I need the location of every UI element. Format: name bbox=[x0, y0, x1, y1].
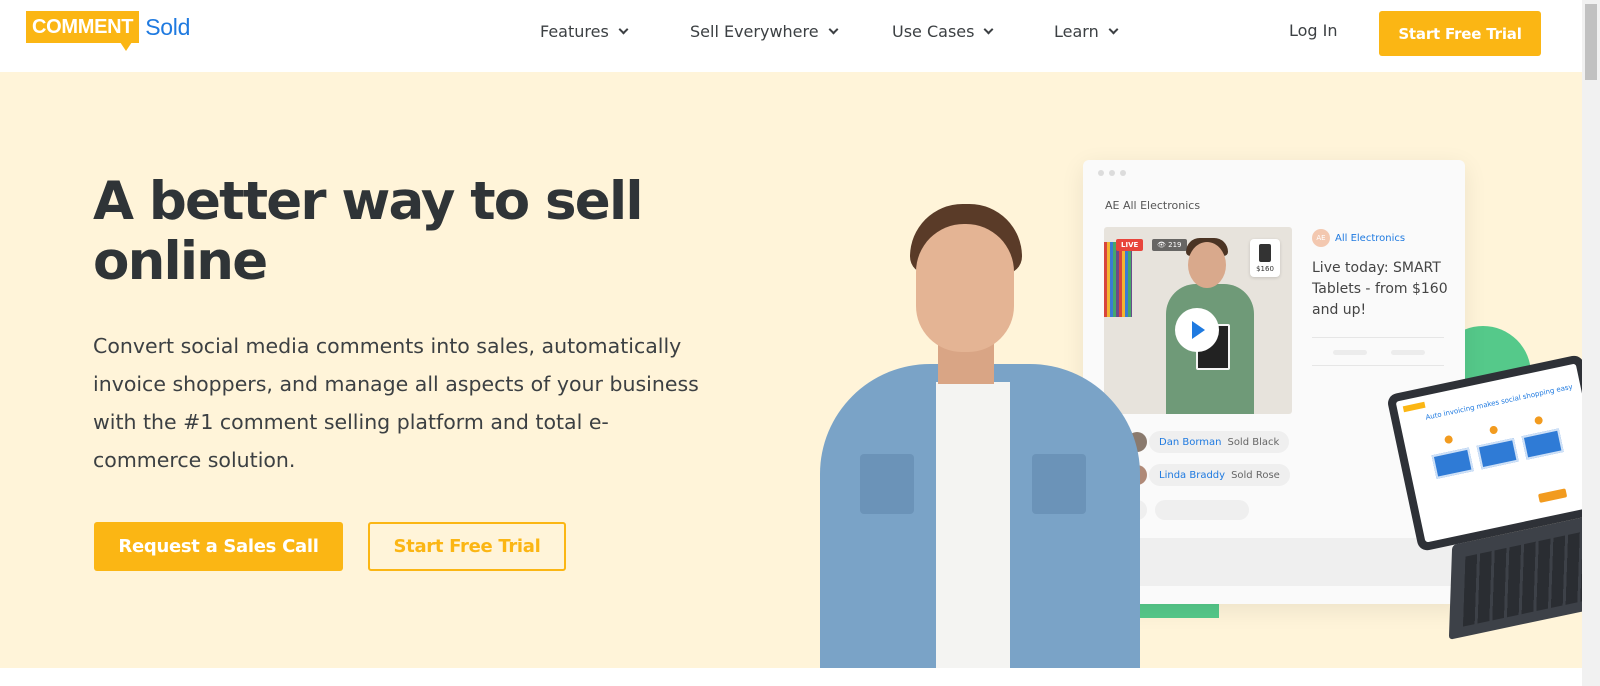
chevron-down-icon bbox=[618, 24, 629, 34]
below-hero bbox=[0, 668, 1582, 686]
chevron-down-icon bbox=[1108, 24, 1119, 34]
tablet-logo bbox=[1402, 401, 1426, 413]
hero-start-trial-button[interactable]: Start Free Trial bbox=[368, 522, 566, 571]
nav-sell-everywhere-label: Sell Everywhere bbox=[690, 21, 819, 41]
white-tee bbox=[936, 382, 1010, 668]
shirt-pocket bbox=[860, 454, 914, 514]
logo-sold-text: Sold bbox=[145, 13, 191, 40]
page-scrollbar[interactable] bbox=[1582, 0, 1600, 686]
placeholder-comment bbox=[1155, 500, 1249, 520]
hero-section: A better way to sell online Convert soci… bbox=[0, 72, 1582, 668]
nav-use-cases[interactable]: Use Cases bbox=[892, 20, 994, 42]
step-card bbox=[1476, 437, 1519, 470]
nav-learn-label: Learn bbox=[1054, 21, 1099, 41]
shirt-pocket bbox=[1032, 454, 1086, 514]
commenter-name: Dan Borman bbox=[1159, 436, 1222, 448]
tablet-headline: Auto invoicing makes social shopping eas… bbox=[1424, 382, 1574, 422]
login-link[interactable]: Log In bbox=[1289, 21, 1338, 40]
step-dot bbox=[1533, 415, 1544, 426]
hero-subtitle: Convert social media comments into sales… bbox=[93, 334, 699, 472]
nav-features-label: Features bbox=[540, 21, 609, 41]
price-tag-text: $160 bbox=[1256, 265, 1274, 273]
nav-learn[interactable]: Learn bbox=[1054, 20, 1119, 42]
comment-text: Sold Black bbox=[1227, 436, 1280, 448]
seller-avatar: AE bbox=[1312, 229, 1330, 247]
nav-use-cases-label: Use Cases bbox=[892, 21, 975, 41]
viewer-count: 219 bbox=[1168, 241, 1182, 249]
step-dot bbox=[1488, 425, 1499, 435]
live-post-text: Live today: SMART Tablets - from $160 an… bbox=[1312, 260, 1448, 318]
comment-text: Sold Rose bbox=[1231, 469, 1280, 481]
comment-bubble: Dan Borman Sold Black bbox=[1149, 431, 1290, 453]
tablet-icon bbox=[1259, 244, 1271, 262]
placeholder-pill bbox=[1333, 350, 1367, 355]
comment-bubble: Linda Braddy Sold Rose bbox=[1149, 464, 1290, 486]
window-dots bbox=[1098, 170, 1126, 176]
face bbox=[916, 224, 1014, 352]
logo-speech-tail bbox=[120, 42, 132, 51]
commentsold-logo[interactable]: COMMENT Sold bbox=[26, 11, 191, 51]
step-dot bbox=[1443, 434, 1454, 445]
logo-comment-text: COMMENT bbox=[26, 11, 140, 43]
nav-sell-everywhere[interactable]: Sell Everywhere bbox=[690, 20, 839, 42]
scrollbar-thumb[interactable] bbox=[1585, 4, 1597, 80]
site-header: COMMENT Sold Features Sell Everywhere Us… bbox=[0, 0, 1582, 72]
hero-title: A better way to sell online bbox=[93, 171, 643, 292]
nav-features[interactable]: Features bbox=[540, 20, 629, 42]
step-card bbox=[1521, 428, 1564, 460]
chevron-down-icon bbox=[828, 24, 839, 34]
placeholder-pill bbox=[1391, 350, 1425, 355]
hero-man-photo bbox=[810, 204, 1150, 668]
chevron-down-icon bbox=[984, 24, 994, 34]
price-tag: $160 bbox=[1250, 239, 1280, 277]
tablet-cta bbox=[1537, 488, 1568, 503]
play-icon bbox=[1192, 321, 1205, 339]
header-start-trial-button[interactable]: Start Free Trial bbox=[1379, 11, 1541, 56]
viewer-count-badge: 👁 219 bbox=[1152, 239, 1187, 251]
divider bbox=[1312, 337, 1444, 338]
seller-name: All Electronics bbox=[1335, 233, 1406, 244]
play-button bbox=[1175, 308, 1219, 352]
tablet-screen: Auto invoicing makes social shopping eas… bbox=[1386, 353, 1582, 553]
step-card bbox=[1431, 447, 1474, 479]
commenter-name: Linda Braddy bbox=[1159, 469, 1226, 481]
request-sales-call-button[interactable]: Request a Sales Call bbox=[94, 522, 343, 571]
